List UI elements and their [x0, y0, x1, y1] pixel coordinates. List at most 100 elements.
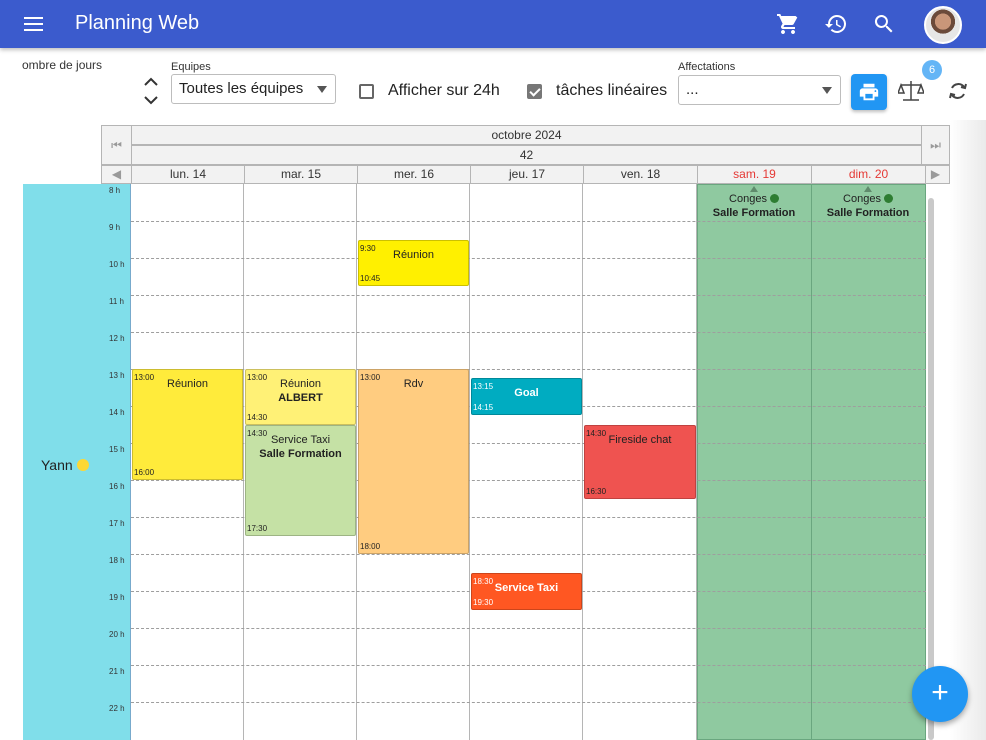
event-end-time: 14:30 — [247, 412, 268, 422]
event-subtitle: ALBERT — [278, 392, 323, 404]
hour-line — [131, 332, 926, 333]
hour-line — [131, 258, 926, 259]
calendar-event[interactable]: 13:00 Réunion 16:00 — [132, 369, 243, 480]
hour-line — [131, 628, 926, 629]
equipes-select[interactable]: Toutes les équipes — [171, 74, 336, 104]
month-header: octobre 2024 — [131, 125, 922, 145]
day-header[interactable]: mar. 15 — [244, 165, 358, 184]
app-bar: Planning Web — [0, 0, 986, 48]
hour-label: 14 h — [109, 408, 125, 417]
hour-label: 15 h — [109, 445, 125, 454]
hour-label: 22 h — [109, 704, 125, 713]
day-header[interactable]: lun. 14 — [131, 165, 245, 184]
scrollbar[interactable] — [928, 198, 934, 740]
allday-title: Conges — [729, 193, 767, 205]
weekend-column — [697, 184, 812, 740]
hour-label: 16 h — [109, 482, 125, 491]
calendar-event[interactable]: 13:15 Goal 14:15 — [471, 378, 582, 416]
event-title: Réunion — [280, 378, 321, 390]
taches-checkbox[interactable] — [527, 84, 542, 99]
chevron-down-icon — [822, 87, 832, 94]
taches-label: tâches linéaires — [556, 82, 668, 99]
app-root: Planning Web ombre de jours Equipes Tout… — [0, 0, 986, 740]
history-icon[interactable] — [824, 12, 848, 36]
nb-jours-label: ombre de jours — [22, 58, 103, 72]
hour-label: 21 h — [109, 667, 125, 676]
tree-icon — [770, 194, 779, 203]
hour-label: 19 h — [109, 593, 125, 602]
hour-label: 18 h — [109, 556, 125, 565]
calendar-event[interactable]: 9:30 Réunion 10:45 — [358, 239, 469, 286]
event-title: Rdv — [403, 378, 424, 390]
hour-label: 10 h — [109, 260, 125, 269]
chevron-down-icon — [317, 86, 327, 93]
calendar-event[interactable]: 13:00 Rdv 18:00 — [358, 369, 469, 554]
allday-title: Conges — [843, 193, 881, 205]
resource-status-dot — [77, 459, 89, 471]
hour-label: 12 h — [109, 334, 125, 343]
event-title: Fireside chat — [608, 433, 672, 446]
event-title: Goal — [514, 387, 539, 400]
afficher24-label: Afficher sur 24h — [388, 82, 500, 99]
hour-label: 13 h — [109, 371, 125, 380]
refresh-icon[interactable] — [946, 79, 970, 103]
hour-line — [131, 295, 926, 296]
event-title: Service Taxi — [270, 433, 331, 446]
hour-line — [131, 554, 926, 555]
day-header[interactable]: sam. 19 — [697, 165, 812, 184]
hour-label: 17 h — [109, 519, 125, 528]
balance-icon[interactable] — [898, 79, 924, 103]
week-header: 42 — [131, 145, 922, 165]
day-header[interactable]: dim. 20 — [811, 165, 926, 184]
calendar-event[interactable]: 14:30 Fireside chat 16:30 — [584, 424, 696, 499]
prev-month-button[interactable]: ⏮ — [101, 125, 132, 165]
event-title: Réunion — [167, 378, 208, 390]
hour-label: 8 h — [109, 186, 121, 195]
calendar-event[interactable]: 13:00 Réunion 14:30 ALBERT — [245, 369, 356, 425]
afficher24-checkbox[interactable] — [359, 84, 374, 99]
event-end-time: 19:30 — [473, 597, 494, 607]
stepper-icon[interactable] — [142, 76, 160, 106]
calendar-event[interactable]: 18:30 Service Taxi 19:30 — [471, 572, 582, 610]
print-icon — [859, 83, 879, 101]
event-subtitle: Salle Formation — [259, 447, 342, 460]
allday-event[interactable]: Conges Salle Formation — [697, 184, 811, 224]
day-header[interactable]: mer. 16 — [357, 165, 471, 184]
hour-line — [131, 665, 926, 666]
day-header[interactable]: jeu. 17 — [470, 165, 584, 184]
event-end-time: 18:00 — [360, 542, 381, 551]
avatar[interactable] — [924, 6, 962, 44]
day-column[interactable] — [470, 184, 583, 740]
allday-subtitle: Salle Formation — [712, 207, 796, 219]
allday-subtitle: Salle Formation — [826, 207, 910, 219]
add-button[interactable]: + — [912, 666, 968, 722]
resource-name: Yann — [41, 457, 73, 473]
app-title: Planning Web — [75, 12, 200, 34]
event-end-time: 17:30 — [247, 523, 268, 533]
notification-badge: 6 — [922, 60, 942, 80]
affectations-label: Affectations — [678, 61, 736, 73]
event-title: Service Taxi — [494, 581, 559, 594]
calendar-event[interactable]: 14:30 Service Taxi 17:30 Salle Formation — [245, 424, 356, 536]
event-title: Réunion — [393, 248, 434, 261]
hour-line — [131, 702, 926, 703]
hour-label: 9 h — [109, 223, 121, 232]
event-end-time: 10:45 — [360, 273, 381, 283]
hour-label: 20 h — [109, 630, 125, 639]
hour-label: 11 h — [109, 297, 124, 306]
day-header[interactable]: ven. 18 — [583, 165, 698, 184]
event-end-time: 14:15 — [473, 403, 494, 413]
allday-event[interactable]: Conges Salle Formation — [811, 184, 925, 224]
event-end-time: 16:30 — [586, 486, 607, 496]
next-month-button[interactable]: ⏭ — [921, 125, 950, 165]
equipes-value: Toutes les équipes — [179, 80, 304, 97]
menu-icon[interactable] — [22, 13, 46, 35]
print-button[interactable] — [851, 74, 887, 110]
event-end-time: 16:00 — [134, 468, 155, 477]
equipes-label: Equipes — [171, 61, 211, 73]
cart-icon[interactable] — [776, 12, 800, 36]
search-icon[interactable] — [872, 12, 896, 36]
prev-week-button[interactable]: ◀ — [101, 165, 132, 184]
affectations-select[interactable]: ... — [678, 75, 841, 105]
weekend-column — [811, 184, 926, 740]
